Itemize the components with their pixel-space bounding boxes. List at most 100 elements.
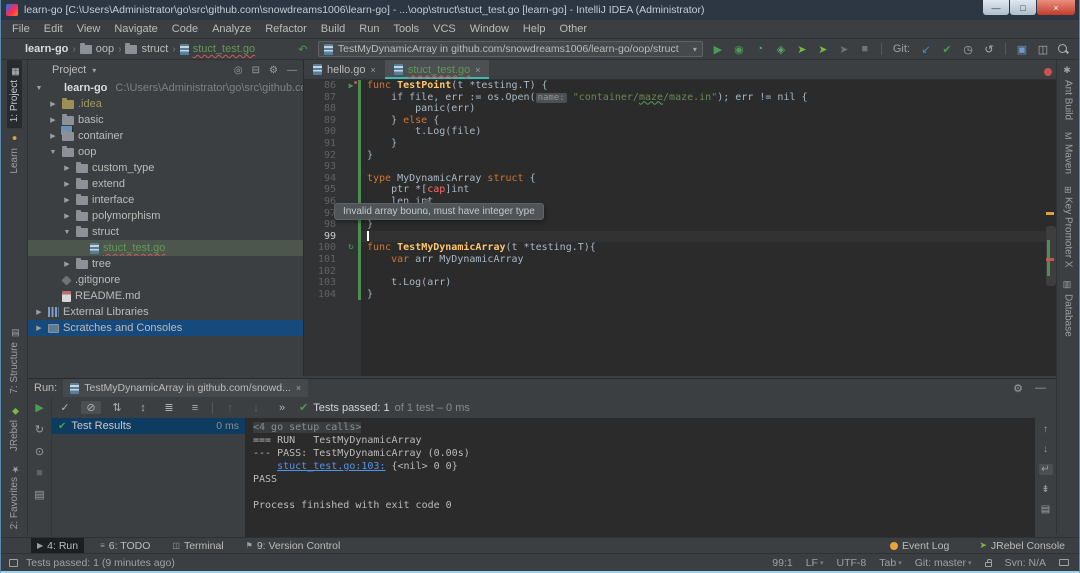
write-access-lock-icon[interactable] — [985, 562, 992, 567]
tree-item-readme[interactable]: README.md — [28, 288, 303, 304]
tree-item-interface[interactable]: ▶interface — [28, 192, 303, 208]
stripe-ant-build[interactable]: ✱Ant Build — [1061, 60, 1076, 126]
menu-item-edit[interactable]: Edit — [37, 23, 70, 35]
code-line-94[interactable]: 94type MyDynamicArray struct { — [304, 173, 1046, 185]
scroll-to-end-icon[interactable]: ⇟ — [1039, 484, 1053, 495]
menu-item-tools[interactable]: Tools — [386, 23, 426, 35]
tree-collapse-icon[interactable]: ▼ — [34, 85, 44, 92]
line-number[interactable]: 92 — [304, 150, 344, 162]
line-number[interactable]: 89 — [304, 115, 344, 127]
jrebel-debug-icon[interactable]: ➤ — [816, 43, 830, 56]
rerun-icon[interactable]: ▶ — [35, 401, 43, 414]
tree-expand-icon[interactable]: ▶ — [62, 260, 72, 268]
code-area[interactable]: 86▶func TestPoint(t *testing.T) {87 if f… — [304, 80, 1046, 376]
tree-expand-icon[interactable]: ▶ — [34, 308, 44, 316]
show-passed-icon[interactable]: ✓ — [52, 401, 78, 414]
tree-item-oop[interactable]: ▼oop — [28, 144, 303, 160]
reload-icon[interactable]: ↶ — [296, 43, 310, 56]
hide-panel-icon[interactable]: ― — [287, 65, 297, 76]
toolwindow-button-version-control[interactable]: ⚑9: Version Control — [240, 538, 347, 554]
line-number[interactable]: 90 — [304, 126, 344, 138]
line-number[interactable]: 95 — [304, 184, 344, 196]
code-line-99[interactable]: 99 — [304, 231, 1046, 243]
close-button[interactable]: × — [1037, 0, 1075, 15]
stop-icon[interactable]: ■ — [858, 43, 872, 55]
tree-item-gitignore[interactable]: .gitignore — [28, 272, 303, 288]
update-project-icon[interactable]: ↙ — [919, 43, 933, 56]
stripe-favorites[interactable]: 2: Favorites★ — [7, 457, 22, 535]
commit-icon[interactable]: ✔ — [940, 43, 954, 56]
menu-item-other[interactable]: Other — [553, 23, 595, 35]
jrebel-run-icon[interactable]: ➤ — [795, 43, 809, 56]
tab-stuct-test-go[interactable]: stuct_test.go× — [385, 60, 490, 79]
line-number[interactable]: 98 — [304, 219, 344, 231]
menu-item-refactor[interactable]: Refactor — [258, 23, 314, 35]
jrebel-disabled-icon[interactable]: ➤ — [837, 43, 851, 56]
code-line-88[interactable]: 88 panic(err) — [304, 103, 1046, 115]
code-line-103[interactable]: 103 t.Log(arr) — [304, 277, 1046, 289]
tree-item-external-libraries[interactable]: ▶External Libraries — [28, 304, 303, 320]
stripe-structure[interactable]: 7: Structure▤ — [7, 322, 22, 400]
menu-item-navigate[interactable]: Navigate — [107, 23, 164, 35]
status-widget-icon[interactable] — [1059, 559, 1069, 566]
breadcrumb-oop[interactable]: oop — [80, 43, 114, 55]
status-message[interactable]: Tests passed: 1 (9 minutes ago) — [26, 557, 175, 569]
menu-item-window[interactable]: Window — [463, 23, 516, 35]
toolwindow-button-todo[interactable]: ≡6: TODO — [94, 538, 156, 554]
tree-item-custom-type[interactable]: ▶custom_type — [28, 160, 303, 176]
stripe-project[interactable]: 1: Project▦ — [7, 60, 22, 128]
event-log-button[interactable]: Event Log — [884, 538, 955, 554]
line-number[interactable]: 86 — [304, 80, 344, 92]
expand-all-icon[interactable]: ≣ — [156, 401, 182, 414]
sort-by-duration-icon[interactable]: ↕ — [130, 402, 156, 414]
stripe-database[interactable]: ▥Database — [1061, 274, 1076, 343]
error-stripe-badge[interactable] — [1044, 68, 1052, 76]
coverage-icon[interactable]: ◔ — [753, 43, 767, 55]
scroll-down-icon[interactable]: ↓ — [1039, 444, 1053, 455]
tree-expand-icon[interactable]: ▶ — [34, 324, 44, 332]
soft-wrap-icon[interactable]: ↵ — [1039, 464, 1053, 475]
project-folders-icon[interactable]: ▣ — [1015, 43, 1029, 56]
stripe-maven[interactable]: MMaven — [1061, 126, 1076, 180]
svn-status[interactable]: Svn: N/A — [1005, 557, 1046, 569]
tool-window-panel-icon[interactable]: ◫ — [1036, 43, 1050, 56]
console-file-link[interactable]: stuct_test.go:103: — [277, 461, 385, 472]
tree-expand-icon[interactable]: ▶ — [48, 100, 58, 108]
run-console[interactable]: <4 go setup calls>=== RUN TestMyDynamicA… — [246, 418, 1034, 537]
line-number[interactable]: 99 — [304, 231, 344, 243]
hide-run-panel-icon[interactable]: ― — [1035, 382, 1046, 395]
jrebel-console-button[interactable]: ➤JRebel Console — [973, 538, 1071, 554]
minimize-button[interactable]: — — [983, 0, 1009, 15]
caret-position[interactable]: 99:1 — [772, 557, 792, 569]
tree-collapse-icon[interactable]: ▼ — [62, 229, 72, 236]
tree-item-tree[interactable]: ▶tree — [28, 256, 303, 272]
breadcrumb-learn-go[interactable]: learn-go — [9, 43, 68, 55]
tree-item-polymorphism[interactable]: ▶polymorphism — [28, 208, 303, 224]
code-line-87[interactable]: 87 if file, err := os.Open(name: "contai… — [304, 92, 1046, 104]
run-test-gutter-icon[interactable]: ▶ — [344, 80, 358, 92]
locate-file-icon[interactable]: ◎ — [234, 65, 243, 76]
line-number[interactable]: 91 — [304, 138, 344, 150]
tree-expand-icon[interactable]: ▶ — [62, 164, 72, 172]
menu-item-help[interactable]: Help — [516, 23, 553, 35]
tree-expand-icon[interactable]: ▶ — [62, 180, 72, 188]
more-actions-icon[interactable]: » — [269, 402, 295, 414]
line-number[interactable]: 93 — [304, 161, 344, 173]
menu-item-build[interactable]: Build — [314, 23, 352, 35]
line-number[interactable]: 87 — [304, 92, 344, 104]
menu-item-vcs[interactable]: VCS — [426, 23, 463, 35]
previous-failed-test-icon[interactable]: ↑ — [217, 402, 243, 414]
close-icon[interactable]: × — [475, 65, 480, 75]
sort-alphabetically-icon[interactable]: ⇅ — [104, 401, 130, 414]
test-results-row[interactable]: ✔ Test Results 0 ms — [52, 418, 245, 434]
close-icon[interactable]: × — [296, 383, 301, 393]
code-line-101[interactable]: 101 var arr MyDynamicArray — [304, 254, 1046, 266]
run-configuration-select[interactable]: TestMyDynamicArray in github.com/snowdre… — [318, 41, 703, 57]
toolwindow-button-terminal[interactable]: ◫Terminal — [166, 538, 229, 554]
stripe-key-promoter[interactable]: ⊞Key Promoter X — [1061, 180, 1076, 274]
stripe-learn[interactable]: Learn● — [7, 128, 22, 180]
tree-expand-icon[interactable]: ▶ — [48, 116, 58, 124]
line-number[interactable]: 101 — [304, 254, 344, 266]
stripe-jrebel[interactable]: JRebel◆ — [7, 400, 22, 457]
warning-stripe-mark[interactable] — [1046, 212, 1054, 215]
